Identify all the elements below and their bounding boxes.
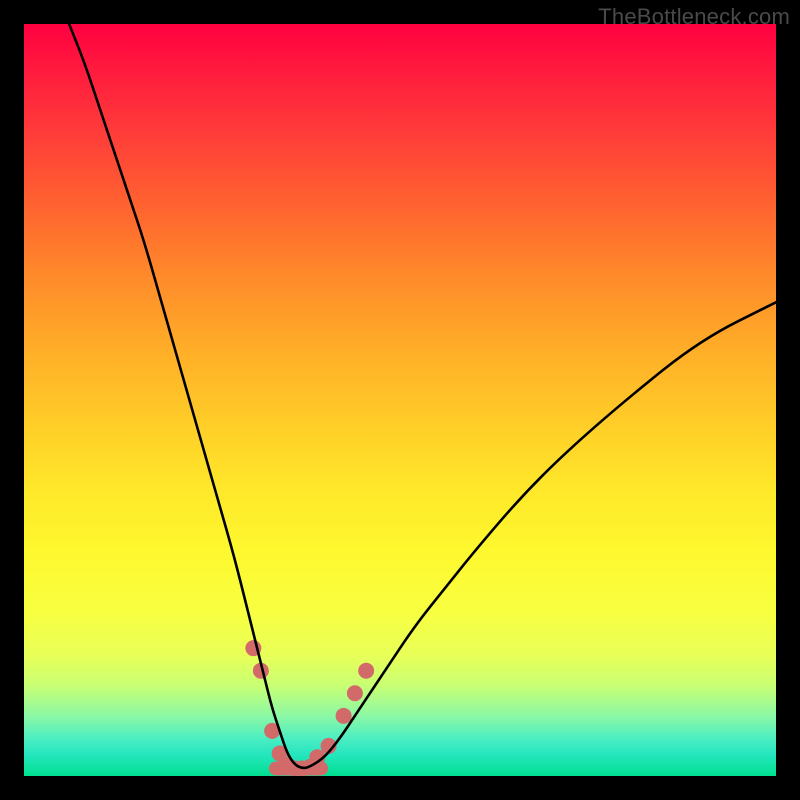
watermark-text: TheBottleneck.com — [598, 4, 790, 30]
plot-area — [24, 24, 776, 776]
highlight-markers — [245, 640, 374, 776]
curve-layer — [24, 24, 776, 776]
bottleneck-curve — [69, 24, 776, 768]
chart-frame: TheBottleneck.com — [0, 0, 800, 800]
